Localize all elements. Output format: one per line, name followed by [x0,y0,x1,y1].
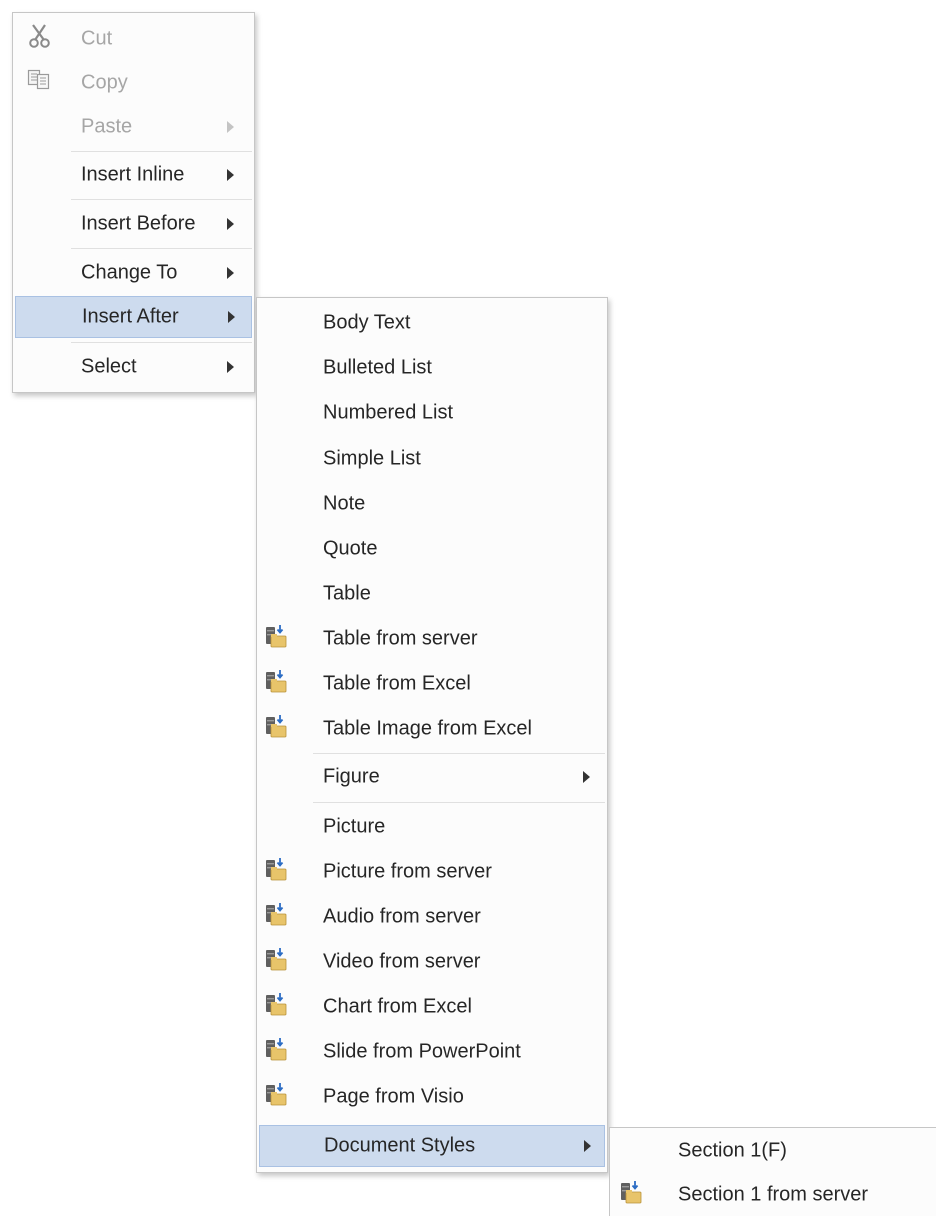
menu-item-cut[interactable]: Cut [15,18,252,60]
menu-item-label: Insert After [82,305,179,328]
menu-item-section-1-from-server[interactable]: Section 1 from server [612,1174,934,1216]
server-import-icon [265,992,287,1022]
menu-separator [313,753,605,754]
insert-after-submenu: Body Text Bulleted List Numbered List Si… [256,297,608,1173]
chevron-right-icon [227,121,234,133]
menu-item-body-text[interactable]: Body Text [259,302,605,344]
menu-item-table[interactable]: Table [259,573,605,615]
menu-item-quote[interactable]: Quote [259,528,605,570]
menu-item-table-from-server[interactable]: Table from server [259,618,605,660]
chevron-right-icon [584,1140,591,1152]
menu-item-label: Table Image from Excel [323,717,532,740]
server-import-icon [265,714,287,744]
menu-item-picture[interactable]: Picture [259,806,605,848]
menu-separator [71,342,252,343]
menu-item-label: Change To [81,261,178,284]
menu-item-page-from-visio[interactable]: Page from Visio [259,1076,605,1118]
menu-item-select[interactable]: Select [15,346,252,388]
menu-item-label: Video from server [323,950,481,973]
menu-item-label: Section 1(F) [678,1139,787,1162]
copy-icon [27,69,51,97]
menu-item-label: Note [323,492,366,515]
menu-item-label: Section 1 from server [678,1183,869,1206]
menu-item-label: Chart from Excel [323,995,472,1018]
menu-item-label: Paste [81,115,133,138]
chevron-right-icon [227,218,234,230]
menu-item-label: Page from Visio [323,1085,464,1108]
server-import-icon [265,902,287,932]
menu-item-label: Picture [323,815,386,838]
menu-separator [71,199,252,200]
chevron-right-icon [227,169,234,181]
menu-item-label: Quote [323,537,378,560]
menu-item-copy[interactable]: Copy [15,62,252,104]
menu-item-label: Audio from server [323,905,481,928]
menu-item-change-to[interactable]: Change To [15,252,252,294]
menu-item-label: Figure [323,765,380,788]
menu-item-label: Numbered List [323,401,454,424]
menu-item-table-image-from-excel[interactable]: Table Image from Excel [259,708,605,750]
menu-item-label: Body Text [323,311,411,334]
context-menu: Cut Copy Paste Insert Inline Insert Befo… [12,12,255,393]
scissors-icon [27,23,53,55]
menu-item-label: Table from server [323,627,478,650]
menu-item-chart-from-excel[interactable]: Chart from Excel [259,986,605,1028]
menu-item-insert-after[interactable]: Insert After [15,296,252,338]
menu-item-table-from-excel[interactable]: Table from Excel [259,663,605,705]
menu-item-label: Table from Excel [323,672,471,695]
menu-separator [71,151,252,152]
menu-item-insert-inline[interactable]: Insert Inline [15,154,252,196]
server-import-icon [265,1082,287,1112]
menu-item-label: Bulleted List [323,356,432,379]
chevron-right-icon [227,267,234,279]
menu-item-label: Table [323,582,371,605]
menu-item-label: Select [81,355,137,378]
menu-item-simple-list[interactable]: Simple List [259,438,605,480]
chevron-right-icon [228,311,235,323]
menu-item-section-1[interactable]: Section 1(F) [612,1130,934,1172]
menu-item-label: Document Styles [324,1134,476,1157]
menu-item-picture-from-server[interactable]: Picture from server [259,851,605,893]
menu-item-document-styles[interactable]: Document Styles [259,1125,605,1167]
document-styles-submenu: Section 1(F) Section 1 from server [609,1127,936,1216]
menu-item-label: Picture from server [323,860,492,883]
menu-item-audio-from-server[interactable]: Audio from server [259,896,605,938]
menu-separator [313,802,605,803]
server-import-icon [265,624,287,654]
menu-item-label: Copy [81,71,128,94]
server-import-icon [265,1037,287,1067]
menu-item-numbered-list[interactable]: Numbered List [259,392,605,434]
menu-item-video-from-server[interactable]: Video from server [259,941,605,983]
menu-item-label: Slide from PowerPoint [323,1040,521,1063]
menu-separator [71,248,252,249]
server-import-icon [265,857,287,887]
server-import-icon [265,947,287,977]
menu-item-figure[interactable]: Figure [259,756,605,798]
chevron-right-icon [227,361,234,373]
server-import-icon [265,669,287,699]
menu-item-label: Simple List [323,447,421,470]
chevron-right-icon [583,771,590,783]
menu-item-label: Cut [81,27,113,50]
menu-item-paste[interactable]: Paste [15,106,252,148]
menu-item-note[interactable]: Note [259,483,605,525]
server-import-icon [620,1180,642,1210]
menu-item-insert-before[interactable]: Insert Before [15,203,252,245]
menu-item-slide-from-powerpoint[interactable]: Slide from PowerPoint [259,1031,605,1073]
menu-item-bulleted-list[interactable]: Bulleted List [259,347,605,389]
menu-item-label: Insert Inline [81,163,185,186]
menu-item-label: Insert Before [81,212,196,235]
